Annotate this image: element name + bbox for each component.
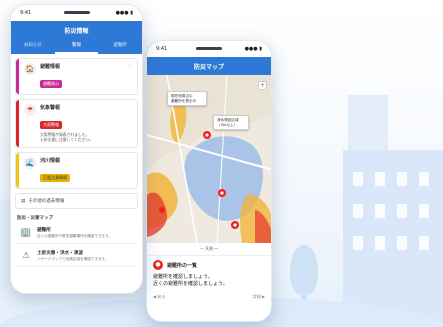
alert-card-weather[interactable]: ☂ 気象警報 大雨警報 大雨警報が発表されました。 土砂災害に注意してください。 bbox=[15, 99, 138, 149]
umbrella-icon: ☂ bbox=[24, 104, 36, 116]
detail-button[interactable]: 詳細 ▶ bbox=[253, 294, 265, 300]
zoom-in-button[interactable]: + bbox=[258, 81, 267, 90]
section-title: 防災・災害マップ bbox=[17, 216, 53, 222]
list-item-hazard[interactable]: ⚠ 土砂災害・洪水・津波 ハザードマップで危険区域を確認できます。 bbox=[15, 246, 138, 268]
back-button[interactable]: ◀ 戻る bbox=[153, 294, 165, 300]
house-icon: 🏠 bbox=[24, 63, 36, 75]
app-header-title: 防災マップ bbox=[147, 57, 271, 75]
more-icon[interactable]: ⋯ bbox=[128, 63, 132, 68]
alert-body: 大雨警報が発表されました。 土砂災害に注意してください。 bbox=[40, 132, 93, 143]
phone-hazard-map: 9:41 ●●● ▮ 防災マップ 現在地周辺の 避難所を表示中 浸水想定区域 （… bbox=[146, 40, 272, 322]
phone-notch bbox=[63, 11, 90, 14]
tab-warnings[interactable]: 警報 bbox=[54, 39, 99, 54]
alert-card-evacuation[interactable]: 🏠 避難情報 避難指示 ⋯ bbox=[15, 58, 138, 95]
map-graphic bbox=[147, 75, 271, 243]
list-item-desc: ハザードマップで危険区域を確認できます。 bbox=[37, 257, 109, 262]
building bbox=[343, 150, 443, 327]
phone-info-list: 9:41 ●●● ▮ 防災情報 お知らせ 警報 避難所 🏠 避難情報 避難指示 … bbox=[10, 4, 143, 294]
tab-news[interactable]: お知らせ bbox=[11, 39, 55, 54]
tab-shelters[interactable]: 避難所 bbox=[98, 39, 142, 54]
past-info-label: その他の過去情報 bbox=[28, 199, 65, 205]
map-tooltip: 現在地周辺の 避難所を表示中 bbox=[167, 91, 207, 107]
map-tooltip: 浸水想定区域 （3m以上） bbox=[213, 115, 249, 131]
tree bbox=[290, 245, 318, 295]
past-info-link[interactable]: ▤ その他の過去情報 bbox=[15, 193, 138, 210]
alert-title: 避難情報 bbox=[40, 64, 61, 70]
info-title: 避難所の一覧 bbox=[167, 262, 198, 269]
status-time: 9:41 bbox=[20, 10, 32, 16]
wave-icon: 🌊 bbox=[24, 157, 36, 170]
list-item-title: 避難所 bbox=[37, 228, 51, 234]
alert-badge: 氾濫注意情報 bbox=[40, 174, 70, 183]
info-text: 避難所を確認しましょう。 近くの避難所を確認しましょう。 bbox=[153, 274, 228, 287]
pin-icon: ● bbox=[153, 260, 163, 270]
hazard-map[interactable]: 現在地周辺の 避難所を表示中 浸水想定区域 （3m以上） + bbox=[147, 75, 271, 243]
alert-badge: 避難指示 bbox=[40, 80, 62, 88]
app-header-title: 防災情報 bbox=[11, 21, 142, 39]
tab-bar: お知らせ 警報 避難所 bbox=[11, 39, 142, 54]
map-legend-caption: — 凡例 — bbox=[147, 243, 271, 256]
document-icon: ▤ bbox=[21, 198, 26, 204]
status-time: 9:41 bbox=[156, 46, 168, 52]
phone-notch bbox=[196, 47, 222, 50]
list-item-shelter[interactable]: 🏢 避難所 近くの避難所や緊急避難場所を確認できます。 bbox=[15, 223, 138, 245]
alert-title: 気象警報 bbox=[40, 105, 61, 111]
info-panel: ● 避難所の一覧 避難所を確認しましょう。 近くの避難所を確認しましょう。 ◀ … bbox=[147, 256, 271, 304]
building-icon: 🏢 bbox=[20, 228, 32, 239]
warning-icon: ⚠ bbox=[21, 251, 31, 262]
alert-title: 河川情報 bbox=[40, 158, 61, 165]
signal-icon: ●●● ▮ bbox=[115, 10, 133, 16]
list-item-desc: 近くの避難所や緊急避難場所を確認できます。 bbox=[37, 234, 113, 239]
alert-badge: 大雨警報 bbox=[40, 121, 62, 129]
signal-icon: ●●● ▮ bbox=[244, 46, 262, 52]
alert-card-river[interactable]: 🌊 河川情報 氾濫注意情報 bbox=[15, 152, 138, 190]
list-item-title: 土砂災害・洪水・津波 bbox=[37, 251, 83, 257]
